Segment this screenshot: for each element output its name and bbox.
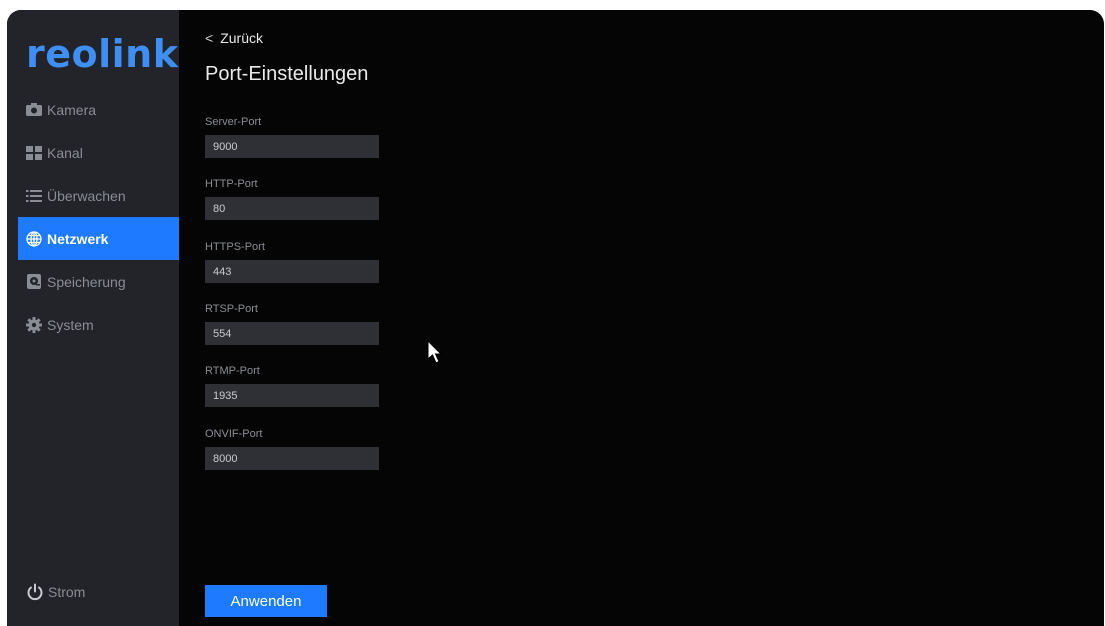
sidebar-item-system[interactable]: System xyxy=(18,303,179,346)
sidebar-item-label: Speicherung xyxy=(47,273,126,290)
list-icon xyxy=(26,188,42,204)
hdd-icon xyxy=(26,274,42,290)
server-port-label: Server-Port xyxy=(205,116,262,128)
onvif-port-input[interactable] xyxy=(205,447,379,470)
onvif-port-label: ONVIF-Port xyxy=(205,428,263,440)
gear-icon xyxy=(26,316,42,333)
sidebar-item-kamera[interactable]: Kamera xyxy=(18,88,179,131)
mouse-cursor-icon xyxy=(427,339,445,366)
camera-icon xyxy=(26,102,42,118)
back-label: Zurück xyxy=(220,30,263,46)
back-link[interactable]: < Zurück xyxy=(205,30,263,46)
https-port-input[interactable] xyxy=(205,260,379,283)
grid-icon xyxy=(26,145,42,161)
rtsp-port-input[interactable] xyxy=(205,322,379,345)
sidebar-item-ueberwachen[interactable]: Überwachen xyxy=(18,174,179,217)
sidebar-item-label: System xyxy=(47,316,94,333)
rtmp-port-label: RTMP-Port xyxy=(205,365,260,377)
sidebar-item-label: Kamera xyxy=(47,101,97,118)
power-button[interactable]: Strom xyxy=(26,583,85,601)
main-panel: < Zurück Port-Einstellungen Server-Port … xyxy=(179,10,1104,626)
power-icon xyxy=(26,583,44,601)
sidebar-item-netzwerk[interactable]: Netzwerk xyxy=(18,217,179,260)
https-port-label: HTTPS-Port xyxy=(205,241,265,253)
rtmp-port-input[interactable] xyxy=(205,384,379,407)
sidebar-item-speicherung[interactable]: Speicherung xyxy=(18,260,179,303)
power-label: Strom xyxy=(48,584,86,600)
sidebar-item-kanal[interactable]: Kanal xyxy=(18,131,179,174)
reolink-logo: reolink xyxy=(26,32,179,76)
app-window: reolink Kamera Kanal Überwachen Netzwerk xyxy=(7,10,1104,626)
http-port-label: HTTP-Port xyxy=(205,178,258,190)
sidebar: reolink Kamera Kanal Überwachen Netzwerk xyxy=(7,10,179,626)
sidebar-item-label: Kanal xyxy=(47,144,83,161)
http-port-input[interactable] xyxy=(205,197,379,220)
globe-icon xyxy=(26,230,42,247)
page-title: Port-Einstellungen xyxy=(205,63,369,85)
rtsp-port-label: RTSP-Port xyxy=(205,303,258,315)
sidebar-item-label: Überwachen xyxy=(47,187,126,204)
server-port-input[interactable] xyxy=(205,135,379,158)
apply-button[interactable]: Anwenden xyxy=(205,585,327,617)
sidebar-item-label: Netzwerk xyxy=(47,230,109,247)
chevron-left-icon: < xyxy=(205,30,214,46)
